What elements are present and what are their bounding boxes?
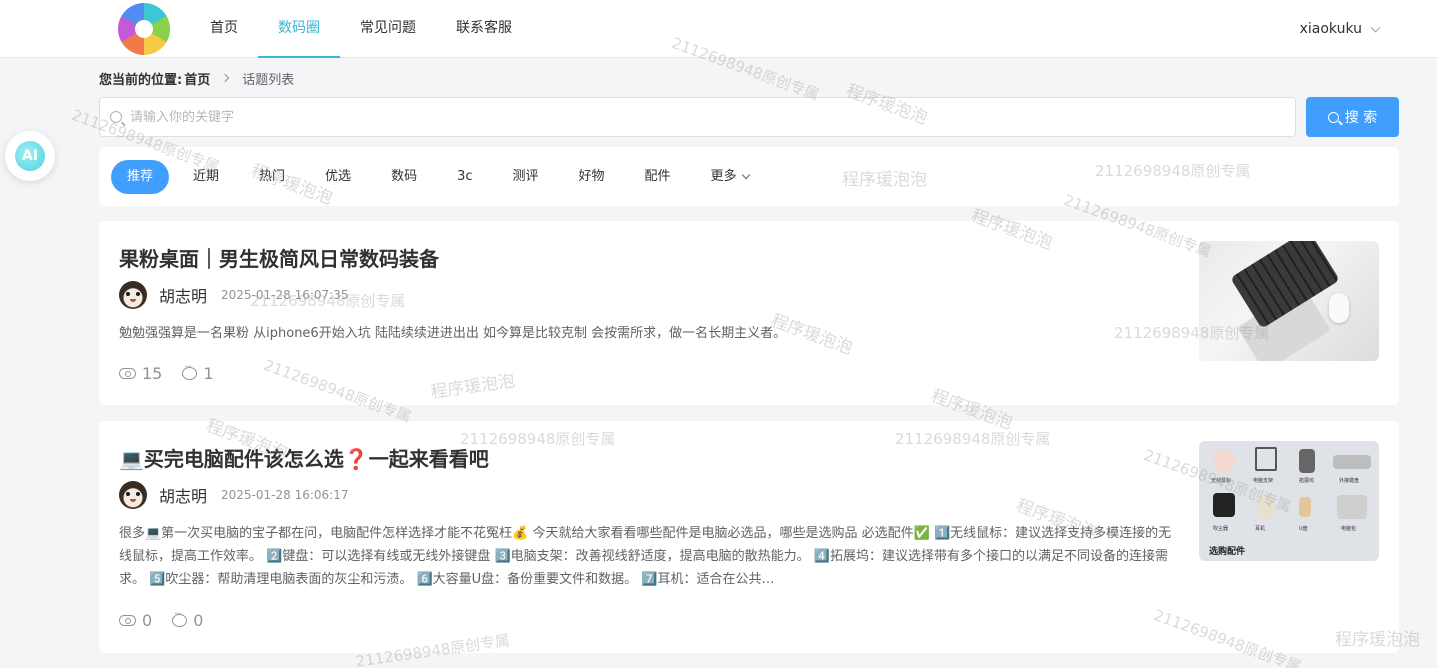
category-selected[interactable]: 优选 [309, 160, 367, 194]
thumb-label: 电脑支架 [1253, 478, 1274, 484]
search-icon [1327, 111, 1339, 123]
mouse-image [1329, 293, 1349, 323]
comment-count[interactable]: 0 [172, 609, 204, 630]
comment-icon [182, 362, 198, 380]
post-author-row: 胡志明 2025-01-28 16:07:35 [119, 281, 348, 309]
thumb-label: 电脑包 [1341, 526, 1357, 532]
ai-assistant-button[interactable]: AI [5, 131, 55, 181]
comment-count-value: 0 [193, 611, 204, 630]
thumb-caption: 选购配件 [1209, 547, 1246, 557]
chevron-down-icon [1370, 22, 1381, 32]
user-menu[interactable]: xiaokuku [1299, 0, 1381, 58]
search-button[interactable]: 搜 索 [1306, 97, 1399, 137]
category-3c[interactable]: 3c [441, 160, 488, 194]
nav-faq[interactable]: 常见问题 [340, 0, 436, 58]
breadcrumb-label: 您当前的位置: [99, 72, 183, 88]
category-recent[interactable]: 近期 [177, 160, 235, 194]
nav-support[interactable]: 联系客服 [436, 0, 532, 58]
category-more-label: 更多 [710, 168, 737, 184]
top-header: 首页 数码圈 常见问题 联系客服 xiaokuku [0, 0, 1437, 58]
earphone-image [1257, 495, 1275, 519]
eye-icon [119, 368, 136, 379]
view-count-value: 0 [142, 611, 153, 630]
thumb-label: 耳机 [1255, 526, 1266, 532]
search-input[interactable] [130, 109, 1230, 125]
comment-icon [172, 609, 188, 627]
category-hot[interactable]: 热门 [243, 160, 301, 194]
logo-icon[interactable] [118, 3, 170, 55]
chevron-right-icon [220, 73, 230, 83]
post-title[interactable]: 果粉桌面｜男生极简风日常数码装备 [119, 243, 439, 272]
post-card[interactable]: 💻买完电脑配件该怎么选❓一起来看看吧 胡志明 2025-01-28 16:06:… [99, 421, 1399, 653]
usb-image [1299, 497, 1311, 517]
thumb-label: 拓展坞 [1299, 478, 1315, 484]
thumb-label: U盘 [1299, 526, 1308, 532]
breadcrumb: 您当前的位置: 首页 话题列表 [99, 68, 294, 88]
mouse-image [1213, 449, 1235, 473]
stand-image [1255, 447, 1277, 471]
search-box [99, 97, 1296, 137]
comment-count-value: 1 [203, 364, 214, 383]
post-card[interactable]: 果粉桌面｜男生极简风日常数码装备 胡志明 2025-01-28 16:07:35… [99, 221, 1399, 405]
post-author-row: 胡志明 2025-01-28 16:06:17 [119, 481, 348, 509]
post-title[interactable]: 💻买完电脑配件该怎么选❓一起来看看吧 [119, 443, 489, 472]
category-review[interactable]: 测评 [497, 160, 555, 194]
view-count-value: 15 [142, 364, 163, 383]
category-digital[interactable]: 数码 [375, 160, 433, 194]
category-more[interactable]: 更多 [695, 160, 765, 194]
thumb-label: 吹尘器 [1213, 526, 1229, 532]
bag-image [1337, 495, 1367, 519]
nav-home[interactable]: 首页 [190, 0, 258, 58]
breadcrumb-current: 话题列表 [242, 72, 295, 88]
breadcrumb-home[interactable]: 首页 [184, 69, 210, 88]
post-stats: 0 0 [119, 609, 204, 630]
eye-icon [119, 615, 136, 626]
post-excerpt: 很多💻第一次买电脑的宝子都在问，电脑配件怎样选择才能不花冤枉💰 今天就给大家看看… [119, 526, 1172, 587]
search-button-label: 搜 索 [1344, 110, 1378, 126]
thumb-label: 无线鼠标 [1211, 478, 1232, 484]
keyboard-image [1333, 455, 1371, 469]
post-time: 2025-01-28 16:07:35 [221, 288, 349, 302]
post-stats: 15 1 [119, 362, 214, 383]
ai-icon: AI [15, 141, 45, 171]
chevron-down-icon [741, 170, 750, 180]
view-count: 15 [119, 364, 162, 383]
category-bar: 推荐 近期 热门 优选 数码 3c 测评 好物 配件 更多 [99, 147, 1399, 206]
search-icon [110, 111, 122, 123]
author-name[interactable]: 胡志明 [159, 283, 207, 307]
blower-image [1213, 493, 1235, 517]
main-nav: 首页 数码圈 常见问题 联系客服 [190, 0, 532, 58]
comment-count[interactable]: 1 [182, 362, 214, 383]
category-accessories[interactable]: 配件 [629, 160, 687, 194]
dock-image [1299, 449, 1315, 473]
category-recommend[interactable]: 推荐 [111, 159, 170, 194]
avatar[interactable] [119, 481, 147, 509]
post-time: 2025-01-28 16:06:17 [221, 488, 349, 502]
post-excerpt: 勉勉强强算是一名果粉 从iphone6开始入坑 陆陆续续进进出出 如今算是比较克… [119, 326, 787, 341]
view-count: 0 [119, 611, 152, 630]
category-goods[interactable]: 好物 [563, 160, 621, 194]
username: xiaokuku [1299, 21, 1362, 37]
avatar[interactable] [119, 281, 147, 309]
post-thumbnail[interactable]: 无线鼠标 电脑支架 拓展坞 外接键盘 吹尘器 耳机 U盘 电脑包 选购配件 [1199, 441, 1379, 561]
nav-digital-circle[interactable]: 数码圈 [258, 0, 340, 58]
thumb-label: 外接键盘 [1339, 478, 1360, 484]
post-thumbnail[interactable] [1199, 241, 1379, 361]
author-name[interactable]: 胡志明 [159, 483, 207, 507]
